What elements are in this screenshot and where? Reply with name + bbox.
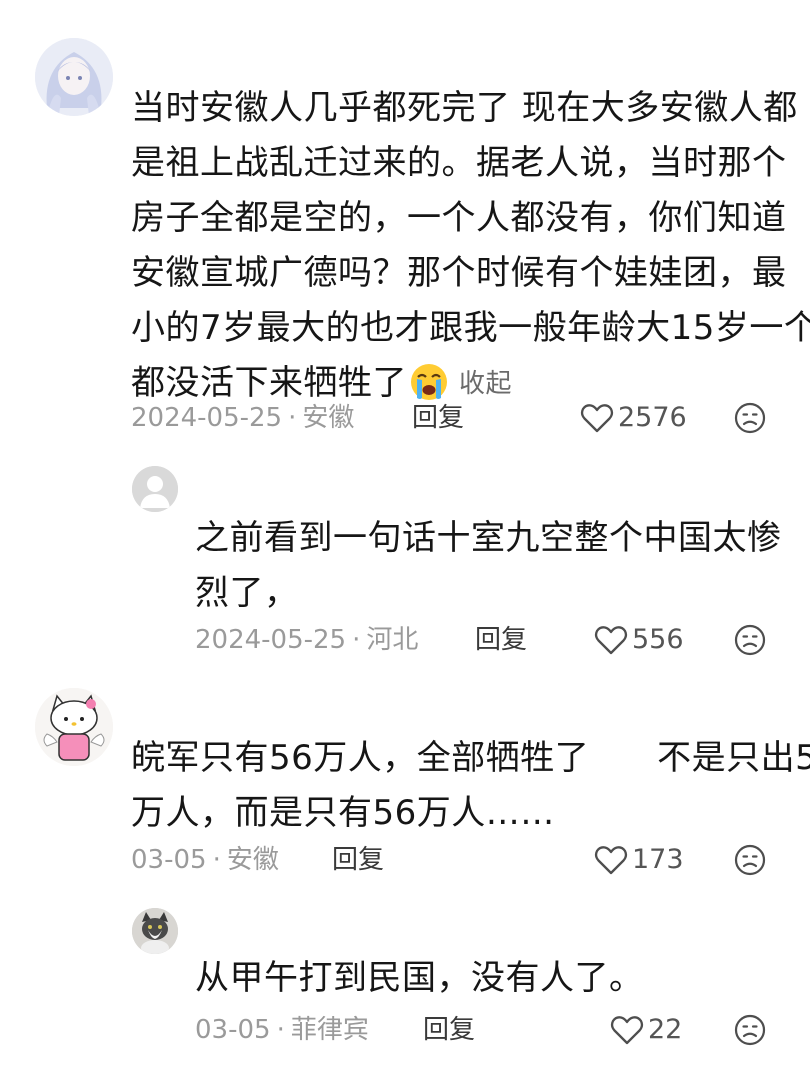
comment-line: 都没活下来牺牲了 xyxy=(131,363,407,403)
like-count: 173 xyxy=(632,844,684,875)
comment-line: 皖军只有56万人，全部牺牲了 不是只出56 xyxy=(131,738,810,778)
dislike-button[interactable] xyxy=(734,844,766,876)
heart-icon xyxy=(580,404,614,433)
avatar[interactable] xyxy=(132,466,178,512)
frown-face-icon xyxy=(734,844,766,876)
heart-icon xyxy=(594,846,628,875)
comment-location: 安徽 xyxy=(226,845,279,875)
comment-date: 2024-05-25 xyxy=(131,403,283,433)
dislike-button[interactable] xyxy=(734,1014,766,1046)
like-button[interactable]: 173 xyxy=(594,840,684,880)
crying-face-icon xyxy=(409,362,449,402)
anime-girl-avatar-icon xyxy=(35,38,113,116)
frown-face-icon xyxy=(734,402,766,434)
default-user-icon xyxy=(132,466,178,512)
comment-location: 菲律宾 xyxy=(290,1015,369,1045)
avatar[interactable] xyxy=(35,38,113,116)
like-count: 22 xyxy=(648,1014,683,1045)
comment-line: 房子全都是空的，一个人都没有，你们知道 xyxy=(131,198,787,238)
like-count: 2576 xyxy=(618,402,687,433)
comment-line: 安徽宣城广德吗？那个时候有个娃娃团，最 xyxy=(131,253,787,293)
collapse-link[interactable]: 收起 xyxy=(459,369,512,399)
reply-button[interactable]: 回复 xyxy=(332,840,384,880)
comment-line: 烈了， xyxy=(195,573,299,613)
avatar[interactable] xyxy=(35,688,113,766)
like-count: 556 xyxy=(632,624,684,655)
comment-line: 小的7岁最大的也才跟我一般年龄大15岁一个 xyxy=(131,308,810,348)
dislike-button[interactable] xyxy=(734,402,766,434)
reply-button[interactable]: 回复 xyxy=(412,398,464,438)
comment-date: 03-05 xyxy=(195,1015,271,1045)
frown-face-icon xyxy=(734,1014,766,1046)
like-button[interactable]: 2576 xyxy=(580,398,687,438)
comment-location: 河北 xyxy=(366,625,419,655)
comment-text: 当时安徽人几乎都死完了 现在大多安徽人都 是祖上战乱迁过来的。据老人说，当时那个… xyxy=(131,81,810,412)
comment-text: 皖军只有56万人，全部牺牲了 不是只出56 万人，而是只有56万人…… xyxy=(131,731,810,841)
comment-line: 是祖上战乱迁过来的。据老人说，当时那个 xyxy=(131,143,787,183)
comment-text: 从甲午打到民国，没有人了。 xyxy=(195,951,644,1006)
comment-line: 当时安徽人几乎都死完了 现在大多安徽人都 xyxy=(131,88,798,128)
comment-location: 安徽 xyxy=(302,403,355,433)
like-button[interactable]: 22 xyxy=(610,1010,682,1050)
comment-line: 之前看到一句话十室九空整个中国太惨 xyxy=(195,518,782,558)
frown-face-icon xyxy=(734,624,766,656)
reply-button[interactable]: 回复 xyxy=(475,620,527,660)
comment-meta: 2024-05-25 · 河北 xyxy=(195,625,419,655)
heart-icon xyxy=(610,1016,644,1045)
like-button[interactable]: 556 xyxy=(594,620,684,660)
reply-button[interactable]: 回复 xyxy=(423,1010,475,1050)
comment-date: 2024-05-25 xyxy=(195,625,347,655)
comment-text: 之前看到一句话十室九空整个中国太惨 烈了， xyxy=(195,511,782,621)
hello-kitty-avatar-icon xyxy=(35,688,113,766)
comment-meta: 03-05 · 安徽 xyxy=(131,845,279,875)
avatar[interactable] xyxy=(132,908,178,954)
heart-icon xyxy=(594,626,628,655)
comment-meta: 2024-05-25 · 安徽 xyxy=(131,403,355,433)
comment-line: 从甲午打到民国，没有人了。 xyxy=(195,958,644,998)
comment-meta: 03-05 · 菲律宾 xyxy=(195,1015,369,1045)
comment-date: 03-05 xyxy=(131,845,207,875)
cat-avatar-icon xyxy=(132,908,178,954)
dislike-button[interactable] xyxy=(734,624,766,656)
comment-line: 万人，而是只有56万人…… xyxy=(131,793,555,833)
